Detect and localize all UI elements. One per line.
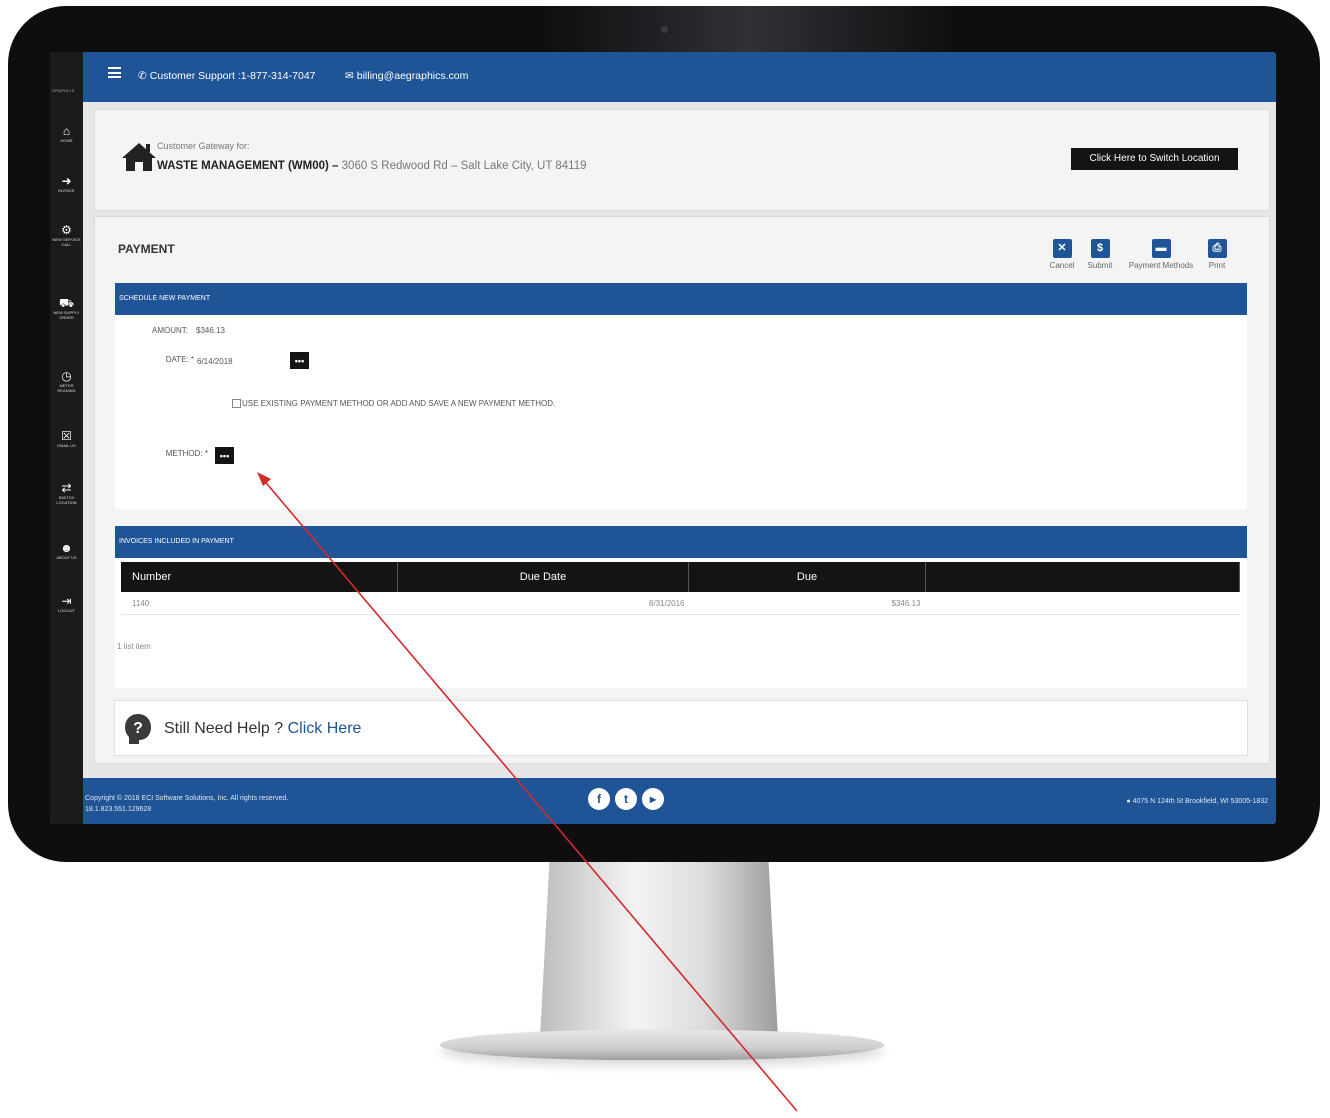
annotation-arrow-line xyxy=(261,477,798,1112)
annotation-arrow xyxy=(257,472,798,1112)
annotation-arrowhead xyxy=(257,472,271,486)
